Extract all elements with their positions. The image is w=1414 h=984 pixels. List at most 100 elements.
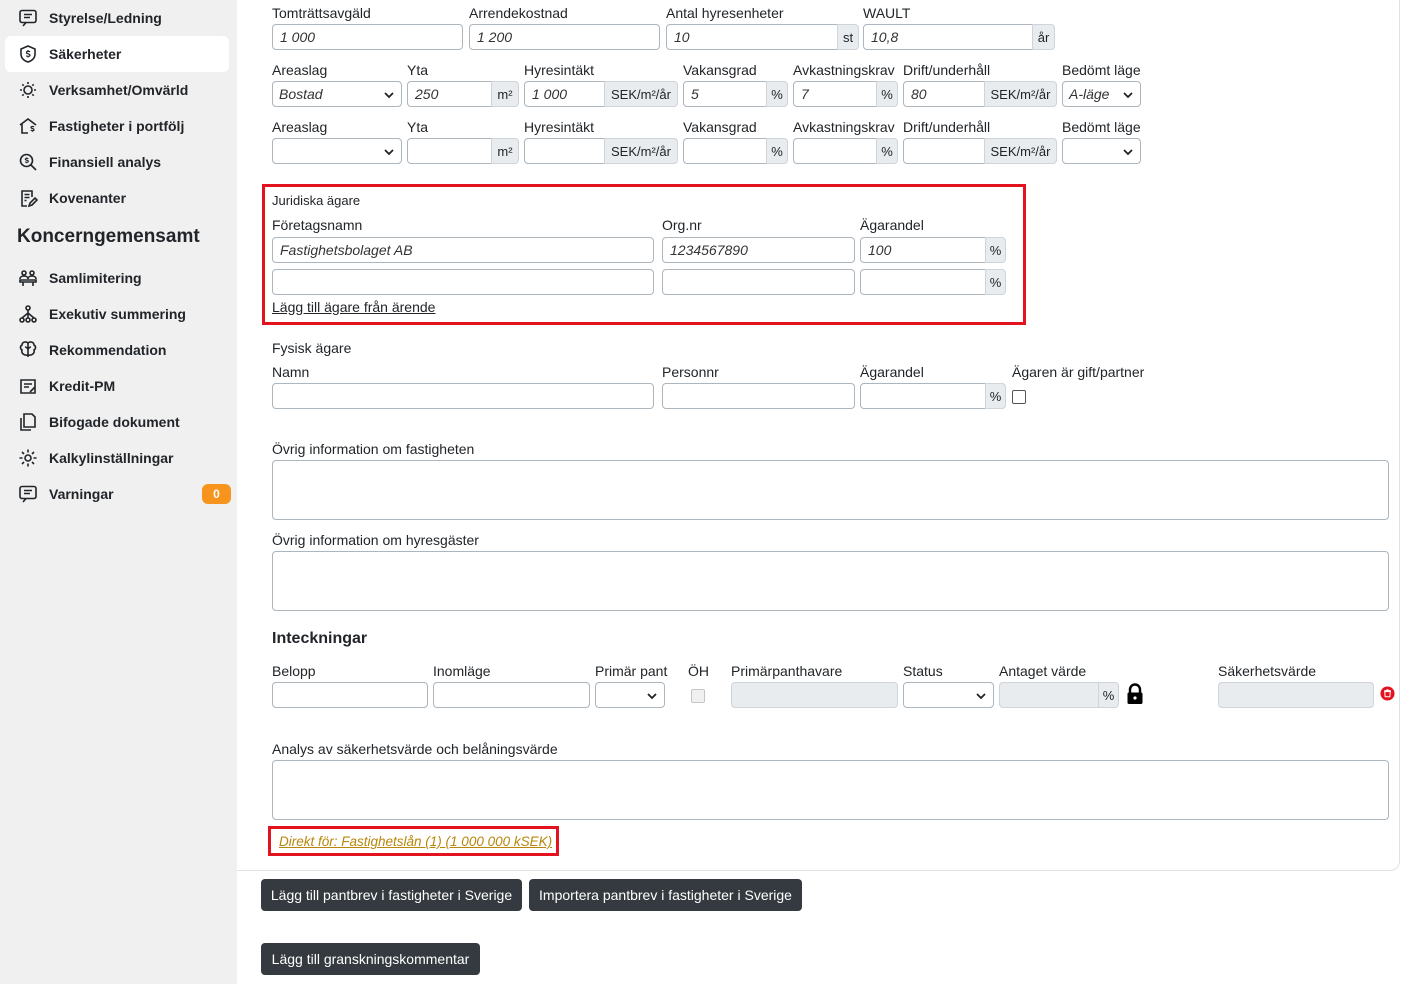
- fysisk-agarandel-unit: %: [985, 383, 1006, 409]
- primar-pant-select[interactable]: [595, 682, 665, 708]
- oh-checkbox[interactable]: [691, 689, 705, 703]
- sakerhetsvarde-label: Säkerhetsvärde: [1218, 663, 1317, 679]
- sidebar-item-varningar[interactable]: Varningar 0: [5, 476, 231, 512]
- sidebar-item-label: Samlimitering: [49, 270, 142, 286]
- search-dollar-icon: [18, 152, 38, 172]
- fysisk-agarandel-input[interactable]: [860, 383, 986, 409]
- chevron-down-icon: [384, 92, 394, 99]
- wault-input[interactable]: 10,8: [863, 24, 1033, 50]
- analys-textarea[interactable]: [272, 760, 1389, 820]
- yta-unit: m²: [491, 81, 519, 107]
- hierarchy-icon: [18, 304, 38, 324]
- inomlage-label: Inomläge: [433, 663, 491, 679]
- juridiska-agare-title: Juridiska ägare: [272, 193, 361, 208]
- ovrig-hyresgaster-textarea[interactable]: [272, 551, 1389, 611]
- orgnr-label: Org.nr: [662, 217, 702, 233]
- ovrig-hyresgaster-label: Övrig information om hyresgäster: [272, 532, 479, 548]
- personnr-input[interactable]: [662, 383, 855, 409]
- sidebar-item-fastigheter[interactable]: Fastigheter i portfölj: [5, 108, 229, 144]
- add-owner-link[interactable]: Lägg till ägare från ärende: [272, 299, 435, 315]
- add-pantbrev-button[interactable]: Lägg till pantbrev i fastigheter i Sveri…: [261, 879, 522, 911]
- chevron-down-icon: [1123, 149, 1133, 156]
- belopp-label: Belopp: [272, 663, 316, 679]
- arrende-input[interactable]: 1 200: [469, 24, 660, 50]
- inteckningar-title: Inteckningar: [272, 630, 368, 647]
- sidebar-item-samlimitering[interactable]: Samlimitering: [5, 260, 229, 296]
- sidebar-item-kredit-pm[interactable]: Kredit-PM: [5, 368, 229, 404]
- lage-select-value: A-läge: [1069, 86, 1110, 102]
- sidebar-item-kovenanter[interactable]: Kovenanter: [5, 180, 229, 216]
- sidebar-item-rekommendation[interactable]: Rekommendation: [5, 332, 229, 368]
- drift-input-2[interactable]: [903, 138, 985, 164]
- sidebar-group-heading: Koncerngemensamt: [17, 226, 200, 247]
- vakansgrad-input-2[interactable]: [683, 138, 767, 164]
- sidebar-item-label: Verksamhet/Omvärld: [49, 82, 189, 98]
- orgnr-input-2[interactable]: [662, 269, 855, 295]
- drift-label: Drift/underhåll: [903, 62, 991, 78]
- drift-input[interactable]: 80: [903, 81, 985, 107]
- oh-label: ÖH: [688, 663, 709, 679]
- tomtratt-input[interactable]: 1 000: [272, 24, 463, 50]
- analys-label: Analys av säkerhetsvärde och belåningsvä…: [272, 741, 558, 757]
- lock-icon[interactable]: [1126, 683, 1144, 705]
- antaget-varde-input[interactable]: [999, 682, 1099, 708]
- avkastningskrav-unit-2: %: [876, 138, 898, 164]
- sidebar-item-sakerheter[interactable]: Säkerheter: [5, 36, 229, 72]
- areaslag-select[interactable]: Bostad: [272, 81, 402, 107]
- document-pen-icon: [18, 376, 38, 396]
- sidebar-item-kalkylinstallningar[interactable]: Kalkylinställningar: [5, 440, 229, 476]
- hyresenheter-label: Antal hyresenheter: [666, 5, 784, 21]
- sidebar-item-verksamhet[interactable]: Verksamhet/Omvärld: [5, 72, 229, 108]
- namn-label: Namn: [272, 364, 310, 380]
- avkastningskrav-input[interactable]: 7: [793, 81, 877, 107]
- hyresenheter-input[interactable]: 10: [666, 24, 838, 50]
- delete-icon[interactable]: [1380, 686, 1395, 701]
- sidebar-item-bifogade-dokument[interactable]: Bifogade dokument: [5, 404, 229, 440]
- inomlage-input[interactable]: [433, 682, 590, 708]
- brain-icon: [18, 340, 38, 360]
- wault-unit: år: [1032, 24, 1055, 50]
- sidebar-item-finansiell-analys[interactable]: Finansiell analys: [5, 144, 229, 180]
- hyresintakt-input-2[interactable]: [524, 138, 605, 164]
- lightbulb-icon: [18, 80, 38, 100]
- vakansgrad-input[interactable]: 5: [683, 81, 767, 107]
- areaslag-select-2[interactable]: [272, 138, 402, 164]
- primar-pant-label: Primär pant: [595, 663, 668, 679]
- avkastningskrav-unit: %: [876, 81, 898, 107]
- direkt-loan-link[interactable]: Direkt för: Fastighetslån (1) (1 000 000…: [279, 834, 552, 849]
- areaslag-select-value: Bostad: [279, 86, 323, 102]
- fysisk-agarandel-label: Ägarandel: [860, 364, 924, 380]
- yta-input[interactable]: 250: [407, 81, 492, 107]
- house-dollar-icon: [18, 116, 38, 136]
- foretagsnamn-input[interactable]: Fastighetsbolaget AB: [272, 237, 654, 263]
- primarpanthavare-input[interactable]: [731, 682, 898, 708]
- yta-input-2[interactable]: [407, 138, 492, 164]
- namn-input[interactable]: [272, 383, 654, 409]
- orgnr-input[interactable]: 1234567890: [662, 237, 855, 263]
- hyresintakt-unit-2: SEK/m²/år: [604, 138, 678, 164]
- foretagsnamn-input-2[interactable]: [272, 269, 654, 295]
- sidebar-item-styrelse[interactable]: Styrelse/Ledning: [5, 0, 229, 36]
- import-pantbrev-button[interactable]: Importera pantbrev i fastigheter i Sveri…: [529, 879, 802, 911]
- belopp-input[interactable]: [272, 682, 428, 708]
- wault-label: WAULT: [863, 5, 911, 21]
- foretagsnamn-label: Företagsnamn: [272, 217, 363, 233]
- warnings-count-badge: 0: [202, 484, 231, 504]
- sidebar-item-label: Rekommendation: [49, 342, 167, 358]
- agarandel-input[interactable]: 100: [860, 237, 986, 263]
- sidebar-item-exekutiv-summering[interactable]: Exekutiv summering: [5, 296, 229, 332]
- lage-select[interactable]: A-läge: [1062, 81, 1141, 107]
- ovrig-fastighet-textarea[interactable]: [272, 460, 1389, 520]
- sakerhetsvarde-input[interactable]: [1218, 682, 1374, 708]
- status-label: Status: [903, 663, 943, 679]
- lage-select-2[interactable]: [1062, 138, 1141, 164]
- avkastningskrav-input-2[interactable]: [793, 138, 877, 164]
- status-select[interactable]: [903, 682, 994, 708]
- gift-partner-checkbox[interactable]: [1012, 390, 1026, 404]
- add-kommentar-button[interactable]: Lägg till granskningskommentar: [261, 943, 480, 975]
- hyresintakt-input[interactable]: 1 000: [524, 81, 605, 107]
- gift-partner-label: Ägaren är gift/partner: [1012, 364, 1145, 380]
- personnr-label: Personnr: [662, 364, 719, 380]
- sidebar-item-label: Finansiell analys: [49, 154, 162, 170]
- agarandel-input-2[interactable]: [860, 269, 986, 295]
